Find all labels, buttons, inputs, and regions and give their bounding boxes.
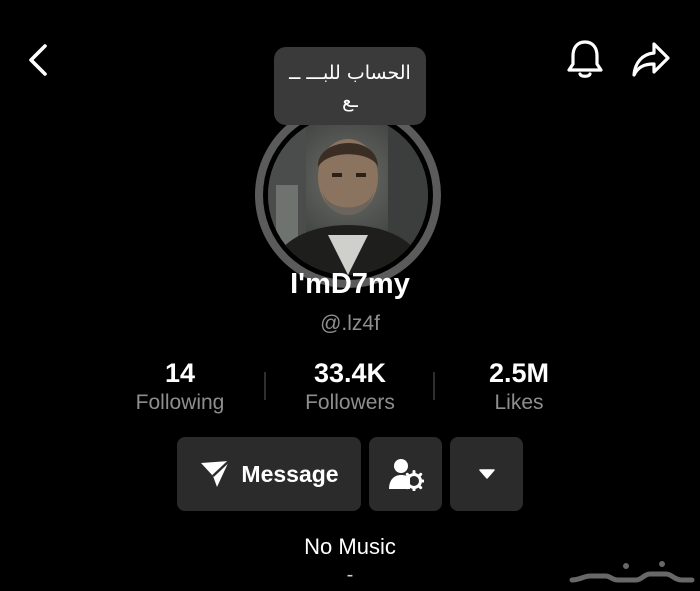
profile-settings-button[interactable] bbox=[369, 437, 442, 511]
followers-label: Followers bbox=[305, 391, 395, 414]
followers-stat[interactable]: 33.4K Followers bbox=[265, 356, 435, 416]
likes-count: 2.5M bbox=[488, 358, 550, 388]
likes-label: Likes bbox=[494, 391, 544, 414]
display-name: I'mD7my bbox=[290, 268, 410, 300]
bell-icon bbox=[567, 40, 603, 78]
followers-count: 33.4K bbox=[313, 358, 387, 388]
chevron-left-icon bbox=[29, 44, 47, 76]
share-arrow-icon bbox=[632, 42, 670, 77]
notifications-button[interactable] bbox=[562, 36, 608, 82]
message-button-label: Message bbox=[241, 460, 339, 487]
sale-sticker: الحساب للبـــ ـــع bbox=[274, 47, 426, 125]
watermark-logo-icon bbox=[569, 561, 695, 583]
profile-screen: الحساب للبـــ ـــع I'mD7my @.lz4f 14 Fol… bbox=[0, 0, 700, 591]
user-settings-icon bbox=[388, 459, 424, 491]
following-count: 14 bbox=[164, 358, 196, 388]
sticker-text: الحساب للبـــ ـــع bbox=[289, 62, 411, 112]
avatar[interactable] bbox=[255, 102, 441, 288]
message-button[interactable]: Message bbox=[177, 437, 361, 511]
back-button[interactable] bbox=[18, 38, 58, 82]
following-label: Following bbox=[135, 391, 225, 414]
share-button[interactable] bbox=[628, 36, 674, 82]
avatar-photo bbox=[268, 115, 428, 275]
send-icon bbox=[201, 460, 231, 487]
avatar-border bbox=[263, 110, 433, 280]
likes-stat[interactable]: 2.5M Likes bbox=[434, 356, 604, 416]
caret-down-icon bbox=[478, 469, 495, 479]
following-stat[interactable]: 14 Following bbox=[95, 356, 265, 416]
more-options-button[interactable] bbox=[450, 437, 523, 511]
username-handle: @.lz4f bbox=[320, 312, 380, 335]
